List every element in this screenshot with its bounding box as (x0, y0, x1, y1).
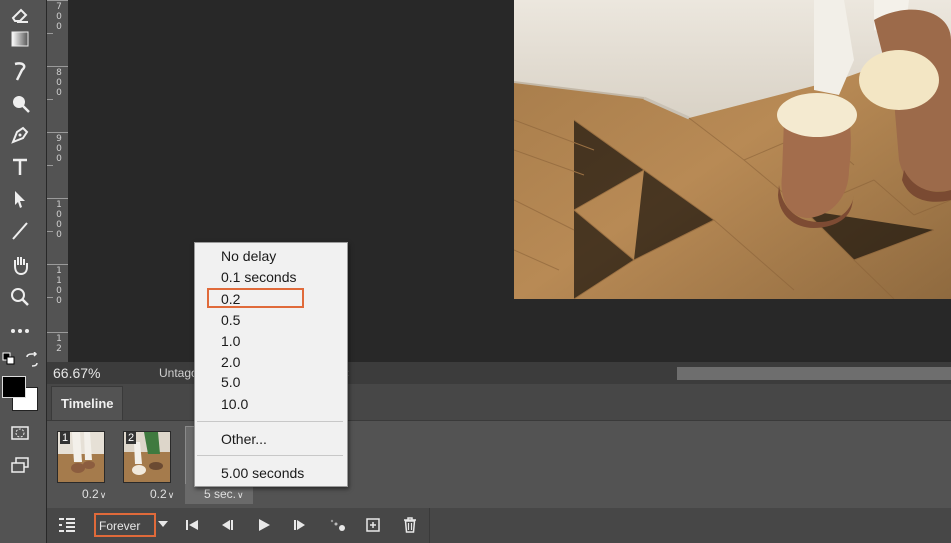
swap-colors-icon[interactable] (24, 351, 40, 368)
type-tool-icon[interactable] (6, 154, 34, 180)
animation-frame-1[interactable]: 1 (51, 426, 107, 486)
chevron-down-icon[interactable] (158, 521, 168, 527)
next-frame-icon[interactable] (288, 514, 312, 536)
animation-frame-2[interactable]: 2 (117, 426, 173, 486)
menu-item-other[interactable]: Other... (221, 431, 267, 447)
zoom-level[interactable]: 66.67% (53, 365, 100, 381)
vertical-ruler: 700 800 900 1000 1100 12 (47, 0, 69, 362)
timeline-panel: Timeline 1 0.2∨ 2 0.2∨ 5 sec.∨ Forever (47, 384, 951, 543)
convert-to-video-timeline-icon[interactable] (55, 514, 79, 536)
timeline-frames-area (47, 420, 951, 509)
menu-item-current-delay[interactable]: 5.00 seconds (221, 465, 304, 481)
menu-item-5-0[interactable]: 5.0 (221, 374, 240, 390)
loop-options-select[interactable]: Forever (94, 513, 156, 537)
chevron-down-icon: ∨ (99, 490, 107, 500)
gradient-tool-icon[interactable] (6, 26, 34, 52)
frame-delay-value: 0.2 (150, 487, 167, 501)
menu-item-0-5[interactable]: 0.5 (221, 312, 240, 328)
menu-item-10-0[interactable]: 10.0 (221, 396, 248, 412)
quick-mask-icon[interactable] (6, 420, 34, 446)
eraser-tool-icon[interactable] (6, 0, 34, 26)
menu-separator (197, 455, 343, 456)
trash-icon[interactable] (398, 514, 422, 536)
highlight-box (207, 288, 304, 308)
hand-tool-icon[interactable] (6, 252, 34, 278)
loop-option-value: Forever (99, 519, 141, 533)
document-info: Untago (159, 366, 198, 380)
dodge-tool-icon[interactable] (6, 90, 34, 116)
frame-3-delay[interactable]: 5 sec.∨ (204, 487, 244, 501)
screen-mode-icon[interactable] (6, 452, 34, 478)
frame-number: 1 (60, 432, 71, 444)
frame-delay-menu: No delay 0.1 seconds 0.2 0.5 1.0 2.0 5.0… (194, 242, 348, 487)
menu-item-1-0[interactable]: 1.0 (221, 333, 240, 349)
menu-item-0-1-seconds[interactable]: 0.1 seconds (221, 269, 297, 285)
previous-frame-icon[interactable] (215, 514, 239, 536)
frame-delay-value: 5 sec. (204, 487, 237, 501)
zoom-tool-icon[interactable] (6, 284, 34, 310)
play-icon[interactable] (252, 514, 276, 536)
horizontal-scrollbar[interactable] (677, 367, 951, 380)
pen-tool-icon[interactable] (6, 122, 34, 148)
divider (429, 508, 430, 543)
default-colors-icon[interactable] (2, 352, 16, 366)
menu-item-2-0[interactable]: 2.0 (221, 354, 240, 370)
menu-separator (197, 421, 343, 422)
document-image (514, 0, 951, 299)
tab-timeline-label: Timeline (61, 396, 114, 411)
tab-timeline[interactable]: Timeline (51, 386, 123, 421)
frame-delay-value: 0.2 (82, 487, 99, 501)
more-tools-icon[interactable] (6, 318, 34, 344)
frame-2-delay[interactable]: 0.2∨ (150, 487, 174, 501)
status-bar: 66.67% Untago ‹ (47, 362, 951, 384)
frame-1-delay[interactable]: 0.2∨ (82, 487, 106, 501)
smudge-tool-icon[interactable] (6, 58, 34, 84)
tween-icon[interactable] (326, 514, 350, 536)
tools-panel (0, 0, 46, 543)
first-frame-icon[interactable] (180, 514, 204, 536)
path-selection-tool-icon[interactable] (6, 186, 34, 212)
timeline-controls: Forever (47, 508, 951, 543)
line-tool-icon[interactable] (6, 218, 34, 244)
chevron-down-icon: ∨ (237, 490, 244, 500)
menu-item-no-delay[interactable]: No delay (221, 248, 276, 264)
duplicate-frame-icon[interactable] (361, 514, 385, 536)
foreground-color-swatch[interactable] (2, 376, 26, 398)
frame-number: 2 (126, 432, 137, 444)
chevron-down-icon: ∨ (167, 490, 175, 500)
